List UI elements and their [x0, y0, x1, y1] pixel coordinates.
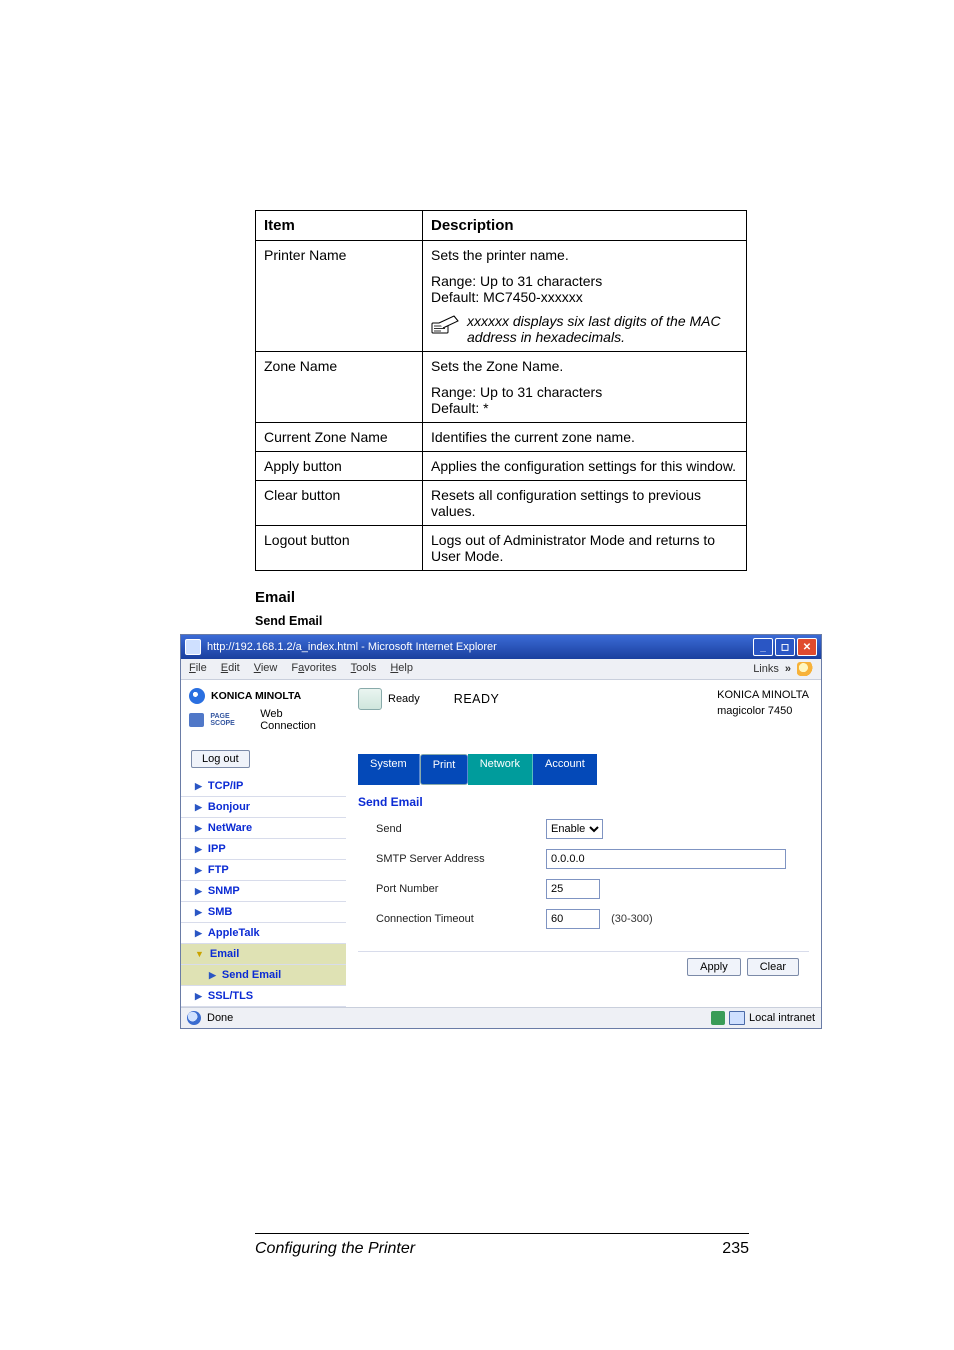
nav-netware[interactable]: ▶NetWare	[181, 818, 346, 839]
zone-label: Local intranet	[749, 1012, 815, 1024]
footer-title: Configuring the Printer	[255, 1240, 415, 1258]
km-logo-icon	[189, 688, 205, 704]
label-send: Send	[376, 823, 546, 835]
nav-send-email[interactable]: ▶Send Email	[181, 965, 346, 986]
nav-snmp[interactable]: ▶SNMP	[181, 881, 346, 902]
logout-area: Log out	[191, 750, 346, 768]
tab-system[interactable]: System	[358, 754, 420, 785]
brand-km: KONICA MINOLTA	[211, 690, 301, 702]
window-close-button[interactable]: ✕	[797, 638, 817, 656]
titlebar: http://192.168.1.2/a_index.html - Micros…	[181, 635, 821, 659]
tab-print[interactable]: Print	[420, 754, 468, 785]
desc-default: Default: MC7450-xxxxxx	[431, 289, 738, 305]
window-maximize-button[interactable]: ◻	[775, 638, 795, 656]
heading-email: Email	[255, 589, 747, 606]
zone-icon	[729, 1011, 745, 1025]
cell-item: Clear button	[256, 481, 423, 526]
nav-list: ▶TCP/IP ▶Bonjour ▶NetWare ▶IPP ▶FTP ▶SNM…	[181, 776, 346, 1007]
menu-edit[interactable]: Edit	[221, 662, 240, 676]
status-bar: Done Local intranet	[181, 1007, 821, 1028]
tab-account[interactable]: Account	[533, 754, 597, 785]
nav-smb[interactable]: ▶SMB	[181, 902, 346, 923]
desc-main: Sets the Zone Name.	[431, 358, 738, 374]
ie-logo-icon	[797, 662, 813, 676]
port-input[interactable]	[546, 879, 600, 899]
label-port: Port Number	[376, 883, 546, 895]
desc-main: Sets the printer name.	[431, 247, 738, 263]
status-ready: READY	[454, 692, 500, 706]
cell-item: Printer Name	[256, 241, 423, 352]
nav-ipp[interactable]: ▶IPP	[181, 839, 346, 860]
th-desc: Description	[423, 211, 747, 241]
status-done: Done	[207, 1012, 233, 1024]
clear-button[interactable]: Clear	[747, 958, 799, 976]
cell-desc: Applies the configuration settings for t…	[423, 452, 747, 481]
cell-desc: Sets the Zone Name. Range: Up to 31 char…	[423, 352, 747, 423]
timeout-input[interactable]	[546, 909, 600, 929]
browser-window: http://192.168.1.2/a_index.html - Micros…	[180, 634, 822, 1029]
menu-favorites[interactable]: Favorites	[291, 662, 336, 676]
tabs: System Print Network Account	[358, 754, 809, 785]
desc-default: Default: *	[431, 400, 738, 416]
nav-appletalk[interactable]: ▶AppleTalk	[181, 923, 346, 944]
panel-title: Send Email	[358, 795, 809, 809]
apply-button[interactable]: Apply	[687, 958, 741, 976]
label-timeout: Connection Timeout	[376, 913, 546, 925]
smtp-input[interactable]	[546, 849, 786, 869]
ie-page-icon	[185, 639, 201, 655]
desc-range: Range: Up to 31 characters	[431, 273, 738, 289]
footer-page: 235	[722, 1240, 749, 1258]
shield-icon	[711, 1011, 725, 1025]
status-word: Ready	[388, 693, 420, 705]
globe-icon	[187, 1011, 201, 1025]
brand-ps-badge: PAGE SCOPE	[210, 713, 254, 727]
tab-network[interactable]: Network	[468, 754, 533, 785]
cell-desc: Sets the printer name. Range: Up to 31 c…	[423, 241, 747, 352]
menu-help[interactable]: Help	[390, 662, 413, 676]
menu-tools[interactable]: Tools	[351, 662, 377, 676]
menu-file[interactable]: File	[189, 662, 207, 676]
menu-view[interactable]: View	[254, 662, 278, 676]
nav-ssl[interactable]: ▶SSL/TLS	[181, 986, 346, 1007]
th-item: Item	[256, 211, 423, 241]
logout-button[interactable]: Log out	[191, 750, 250, 768]
cell-desc: Resets all configuration settings to pre…	[423, 481, 747, 526]
desc-range: Range: Up to 31 characters	[431, 384, 738, 400]
cell-desc: Logs out of Administrator Mode and retur…	[423, 526, 747, 571]
timeout-suffix: (30-300)	[611, 913, 653, 925]
pagescope-logo-icon	[189, 713, 204, 727]
window-minimize-button[interactable]: _	[753, 638, 773, 656]
printer-icon	[358, 688, 382, 710]
spec-table: Item Description Printer Name Sets the p…	[255, 210, 747, 571]
note-icon	[431, 313, 459, 335]
id-line1: KONICA MINOLTA	[717, 688, 809, 704]
cell-desc: Identifies the current zone name.	[423, 423, 747, 452]
label-smtp: SMTP Server Address	[376, 853, 546, 865]
nav-bonjour[interactable]: ▶Bonjour	[181, 797, 346, 818]
window-title: http://192.168.1.2/a_index.html - Micros…	[207, 641, 753, 653]
nav-email[interactable]: ▼Email	[181, 944, 346, 965]
nav-tcpip[interactable]: ▶TCP/IP	[181, 776, 346, 797]
cell-item: Apply button	[256, 452, 423, 481]
send-select[interactable]: Enable	[546, 819, 603, 839]
cell-item: Zone Name	[256, 352, 423, 423]
menu-bar: File Edit View Favorites Tools Help Link…	[181, 659, 821, 680]
cell-item: Current Zone Name	[256, 423, 423, 452]
brand-webconn: Web Connection	[260, 708, 338, 732]
cell-item: Logout button	[256, 526, 423, 571]
nav-ftp[interactable]: ▶FTP	[181, 860, 346, 881]
id-line2: magicolor 7450	[717, 704, 809, 720]
desc-note: xxxxxx displays six last digits of the M…	[467, 313, 738, 345]
heading-send-email: Send Email	[255, 614, 747, 628]
links-label[interactable]: Links	[753, 663, 779, 675]
links-chevron-icon[interactable]: »	[785, 663, 791, 675]
